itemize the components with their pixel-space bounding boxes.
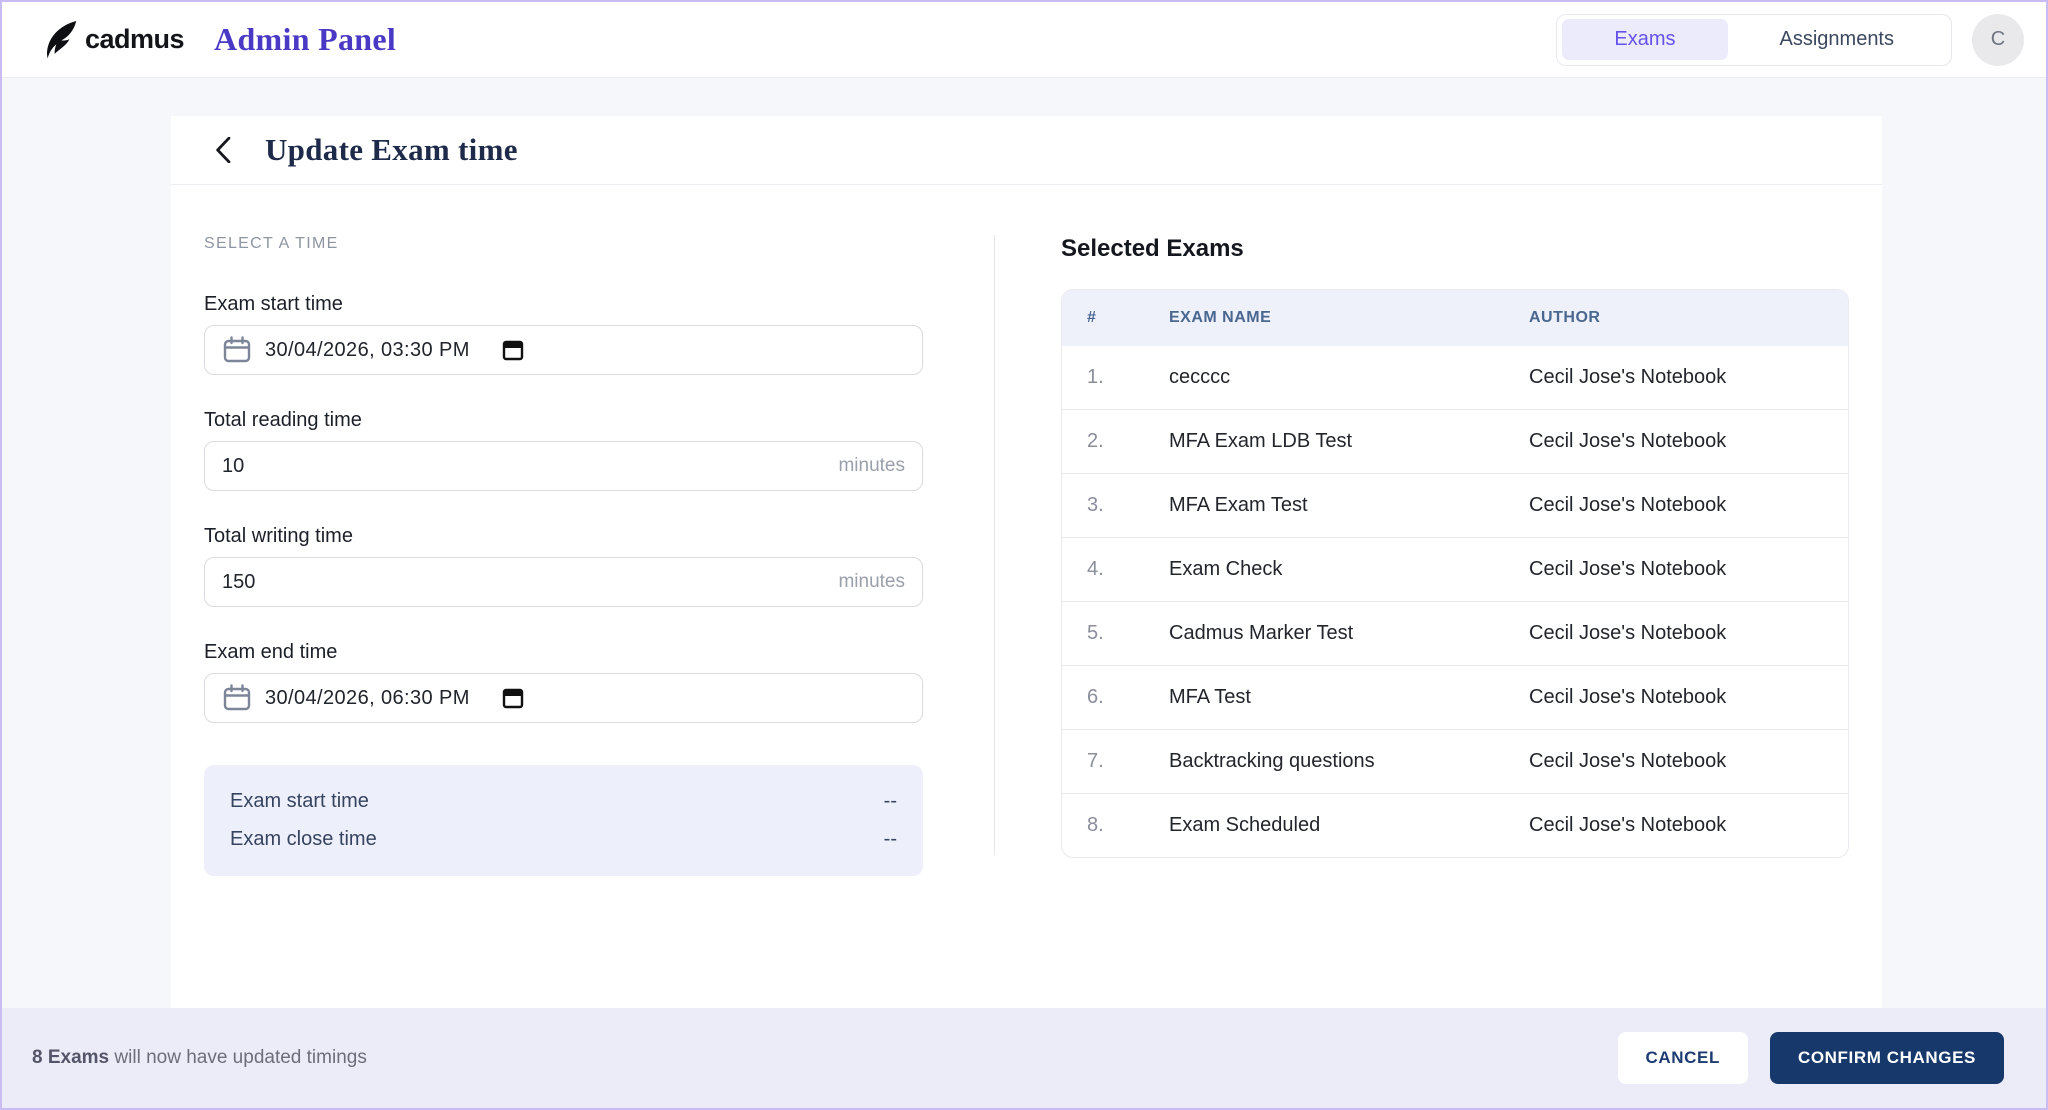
- writing-time-input[interactable]: [222, 570, 829, 594]
- summary-row-close: Exam close time --: [230, 828, 897, 851]
- exam-end-input[interactable]: 30/04/2026, 06:30 PM: [204, 673, 923, 723]
- reading-time-label: Total reading time: [204, 409, 362, 431]
- exam-start-field: Exam start time 30/04/2026, 03:30 PM: [204, 293, 923, 375]
- tab-assignments[interactable]: Assignments: [1728, 19, 1947, 60]
- exam-end-label: Exam end time: [204, 641, 338, 663]
- row-author: Cecil Jose's Notebook: [1529, 601, 1848, 666]
- user-avatar[interactable]: C: [1972, 13, 2024, 66]
- exam-start-input[interactable]: 30/04/2026, 03:30 PM: [204, 325, 923, 375]
- col-header-num: #: [1062, 290, 1169, 346]
- footer-action-bar: 8 Exams will now have updated timings CA…: [2, 1008, 2046, 1108]
- calendar-picker-icon[interactable]: [502, 338, 524, 362]
- row-exam-name: MFA Exam Test: [1169, 473, 1529, 538]
- back-button[interactable]: [211, 137, 237, 163]
- update-exam-card: Update Exam time SELECT A TIME Exam star…: [171, 116, 1882, 1008]
- exam-start-value: 30/04/2026, 03:30 PM: [265, 338, 470, 361]
- table-row: 4. Exam Check Cecil Jose's Notebook: [1062, 537, 1848, 602]
- page-title: Update Exam time: [265, 132, 518, 167]
- row-author: Cecil Jose's Notebook: [1529, 793, 1848, 857]
- exam-end-value: 30/04/2026, 06:30 PM: [265, 686, 470, 709]
- writing-time-label: Total writing time: [204, 525, 353, 547]
- table-row: 8. Exam Scheduled Cecil Jose's Notebook: [1062, 793, 1848, 857]
- footer-message: will now have updated timings: [109, 1047, 367, 1068]
- reading-time-inputbox[interactable]: minutes: [204, 441, 923, 491]
- app-window: cadmus Admin Panel Exams Assignments C U…: [0, 0, 2048, 1110]
- row-author: Cecil Jose's Notebook: [1529, 409, 1848, 474]
- reading-time-field: Total reading time minutes: [204, 409, 923, 491]
- table-row: 2. MFA Exam LDB Test Cecil Jose's Notebo…: [1062, 409, 1848, 474]
- summary-row-start: Exam start time --: [230, 790, 897, 813]
- selected-exams-panel: Selected Exams # EXAM NAME AUTHOR 1. cec…: [1061, 235, 1849, 1008]
- table-row: 6. MFA Test Cecil Jose's Notebook: [1062, 665, 1848, 730]
- row-num: 5.: [1062, 601, 1169, 666]
- row-num: 2.: [1062, 409, 1169, 474]
- row-num: 8.: [1062, 793, 1169, 857]
- table-row: 3. MFA Exam Test Cecil Jose's Notebook: [1062, 473, 1848, 538]
- card-header: Update Exam time: [171, 116, 1882, 185]
- summary-close-label: Exam close time: [230, 828, 377, 850]
- nav-tab-group: Exams Assignments: [1556, 13, 1952, 66]
- selected-exams-title: Selected Exams: [1061, 235, 1244, 262]
- table-row: 7. Backtracking questions Cecil Jose's N…: [1062, 729, 1848, 794]
- row-num: 7.: [1062, 729, 1169, 794]
- row-num: 4.: [1062, 537, 1169, 602]
- row-exam-name: Backtracking questions: [1169, 729, 1529, 794]
- time-form: SELECT A TIME Exam start time 30/04/2026…: [204, 235, 923, 1008]
- table-header-row: # EXAM NAME AUTHOR: [1062, 290, 1848, 346]
- selected-exams-table: # EXAM NAME AUTHOR 1. cecccc Cecil Jose'…: [1061, 289, 1849, 858]
- row-num: 1.: [1087, 366, 1104, 388]
- cancel-button[interactable]: CANCEL: [1617, 1032, 1748, 1084]
- reading-time-input[interactable]: [222, 454, 829, 478]
- summary-start-label: Exam start time: [230, 790, 369, 812]
- top-navbar: cadmus Admin Panel Exams Assignments C: [2, 2, 2046, 78]
- writing-time-field: Total writing time minutes: [204, 525, 923, 607]
- row-exam-name: Cadmus Marker Test: [1169, 601, 1529, 666]
- table-row: 5. Cadmus Marker Test Cecil Jose's Noteb…: [1062, 601, 1848, 666]
- calendar-icon: [223, 336, 251, 363]
- row-num: 6.: [1062, 665, 1169, 730]
- column-divider: [994, 235, 995, 855]
- footer-exam-count: 8 Exams: [32, 1047, 110, 1068]
- summary-start-value: --: [883, 790, 897, 812]
- footer-summary: 8 Exams will now have updated timings: [32, 1047, 367, 1069]
- card-body: SELECT A TIME Exam start time 30/04/2026…: [171, 185, 1882, 1008]
- row-exam-name: cecccc: [1169, 366, 1231, 388]
- calendar-picker-icon[interactable]: [502, 686, 524, 710]
- feather-icon: [47, 20, 77, 58]
- row-author: Cecil Jose's Notebook: [1529, 729, 1848, 794]
- col-header-name: EXAM NAME: [1169, 290, 1529, 346]
- confirm-changes-button[interactable]: CONFIRM CHANGES: [1769, 1032, 2004, 1084]
- chevron-left-icon: [216, 137, 231, 163]
- table-row: 1. cecccc Cecil Jose's Notebook: [1062, 346, 1848, 410]
- col-header-author: AUTHOR: [1529, 290, 1848, 346]
- row-num: 3.: [1062, 473, 1169, 538]
- row-author: Cecil Jose's Notebook: [1529, 537, 1848, 602]
- row-exam-name: Exam Check: [1169, 537, 1529, 602]
- row-author: Cecil Jose's Notebook: [1529, 473, 1848, 538]
- row-exam-name: MFA Exam LDB Test: [1169, 409, 1529, 474]
- row-author: Cecil Jose's Notebook: [1529, 665, 1848, 730]
- writing-time-unit: minutes: [838, 571, 905, 592]
- reading-time-unit: minutes: [838, 455, 905, 476]
- section-label: SELECT A TIME: [204, 235, 339, 252]
- content-area: Update Exam time SELECT A TIME Exam star…: [2, 78, 2046, 1008]
- exam-start-label: Exam start time: [204, 293, 343, 315]
- summary-close-value: --: [883, 828, 897, 850]
- writing-time-inputbox[interactable]: minutes: [204, 557, 923, 607]
- row-exam-name: Exam Scheduled: [1169, 793, 1529, 857]
- app-title: Admin Panel: [214, 21, 397, 57]
- time-summary-box: Exam start time -- Exam close time --: [204, 765, 923, 876]
- cadmus-logo[interactable]: cadmus: [44, 20, 185, 60]
- row-author: Cecil Jose's Notebook: [1529, 366, 1727, 388]
- row-exam-name: MFA Test: [1169, 665, 1529, 730]
- tab-exams[interactable]: Exams: [1562, 19, 1728, 60]
- exam-end-field: Exam end time 30/04/2026, 06:30 PM: [204, 641, 923, 723]
- logo-text: cadmus: [85, 24, 185, 54]
- calendar-icon: [223, 684, 251, 711]
